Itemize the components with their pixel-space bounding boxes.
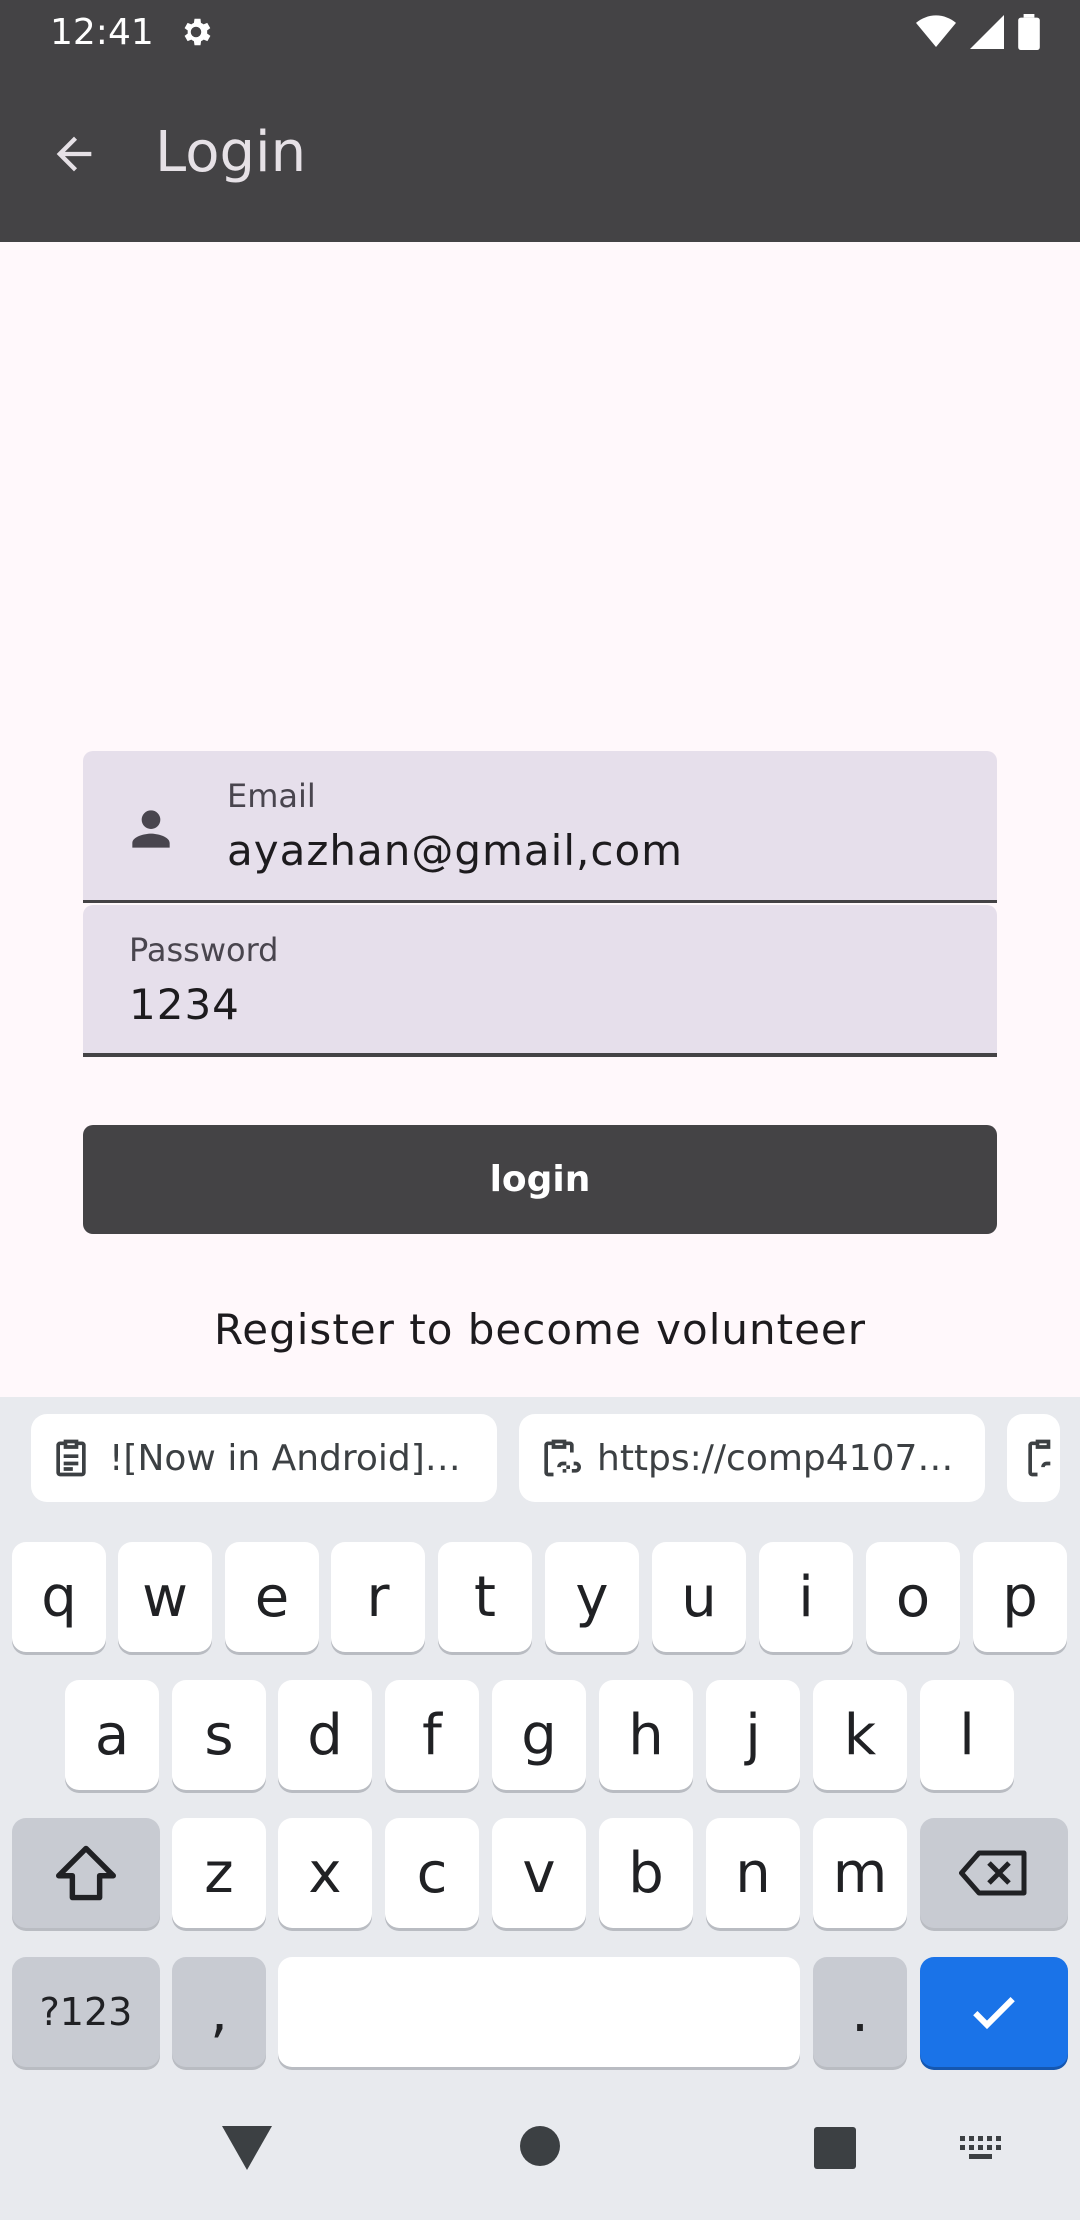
key-s[interactable]: s: [172, 1680, 266, 1790]
login-button[interactable]: login: [83, 1125, 997, 1234]
key-p[interactable]: p: [973, 1542, 1067, 1652]
wifi-icon: [916, 15, 956, 48]
system-icons: [916, 14, 1040, 50]
shift-key[interactable]: [12, 1818, 160, 1928]
settings-gear-icon: [184, 18, 211, 46]
back-triangle-icon[interactable]: [222, 2126, 272, 2170]
space-key[interactable]: [278, 1957, 800, 2067]
status-time: 12:41: [50, 12, 154, 53]
status-bar: 12:41: [0, 0, 1080, 66]
key-g[interactable]: g: [492, 1680, 586, 1790]
key-z[interactable]: z: [172, 1818, 266, 1928]
password-label: Password: [129, 931, 279, 969]
key-c[interactable]: c: [385, 1818, 479, 1928]
key-d[interactable]: d: [278, 1680, 372, 1790]
keyboard-switch-icon[interactable]: [960, 2136, 1004, 2162]
clipboard-suggestion[interactable]: https://comp4107…: [519, 1414, 985, 1502]
page-title: Login: [155, 120, 307, 185]
backspace-icon: [959, 1850, 1027, 1896]
comma-key[interactable]: ,: [172, 1957, 266, 2067]
key-o[interactable]: o: [866, 1542, 960, 1652]
enter-key[interactable]: [920, 1957, 1068, 2067]
password-value[interactable]: 1234: [129, 980, 240, 1029]
checkmark-icon: [973, 1997, 1015, 2030]
clipboard-icon: [56, 1439, 86, 1477]
key-i[interactable]: i: [759, 1542, 853, 1652]
register-link[interactable]: Register to become volunteer: [0, 1305, 1080, 1354]
password-field[interactable]: Password 1234: [83, 905, 997, 1057]
shift-arrow-icon: [56, 1845, 116, 1901]
symbols-key[interactable]: ?123: [12, 1957, 160, 2067]
key-k[interactable]: k: [813, 1680, 907, 1790]
clipboard-text: https://comp4107…: [597, 1437, 954, 1479]
key-m[interactable]: m: [813, 1818, 907, 1928]
key-f[interactable]: f: [385, 1680, 479, 1790]
key-u[interactable]: u: [652, 1542, 746, 1652]
back-arrow-icon[interactable]: [48, 128, 100, 180]
clipboard-suggestion[interactable]: ![Now in Android]…: [31, 1414, 497, 1502]
key-w[interactable]: w: [118, 1542, 212, 1652]
clipboard-suggestion[interactable]: [1007, 1414, 1060, 1502]
period-key[interactable]: .: [813, 1957, 907, 2067]
key-n[interactable]: n: [706, 1818, 800, 1928]
battery-icon: [1018, 14, 1040, 50]
home-circle-icon[interactable]: [519, 2125, 561, 2167]
clipboard-text: ![Now in Android]…: [109, 1437, 461, 1479]
clipboard-link-icon: [544, 1439, 581, 1477]
key-e[interactable]: e: [225, 1542, 319, 1652]
key-h[interactable]: h: [599, 1680, 693, 1790]
key-l[interactable]: l: [920, 1680, 1014, 1790]
app-bar: Login: [0, 66, 1080, 242]
recents-square-icon[interactable]: [814, 2127, 856, 2169]
key-v[interactable]: v: [492, 1818, 586, 1928]
key-x[interactable]: x: [278, 1818, 372, 1928]
key-b[interactable]: b: [599, 1818, 693, 1928]
email-field[interactable]: Email ayazhan@gmail,com: [83, 751, 997, 903]
key-a[interactable]: a: [65, 1680, 159, 1790]
email-label: Email: [227, 777, 316, 815]
key-j[interactable]: j: [706, 1680, 800, 1790]
key-r[interactable]: r: [331, 1542, 425, 1652]
backspace-key[interactable]: [920, 1818, 1068, 1928]
person-icon: [132, 810, 170, 848]
key-q[interactable]: q: [12, 1542, 106, 1652]
cellular-signal-icon: [970, 15, 1004, 49]
navigation-bar: [0, 2090, 1080, 2220]
key-y[interactable]: y: [545, 1542, 639, 1652]
clipboard-link-icon: [1028, 1439, 1051, 1477]
email-value[interactable]: ayazhan@gmail,com: [227, 826, 683, 875]
key-t[interactable]: t: [438, 1542, 532, 1652]
